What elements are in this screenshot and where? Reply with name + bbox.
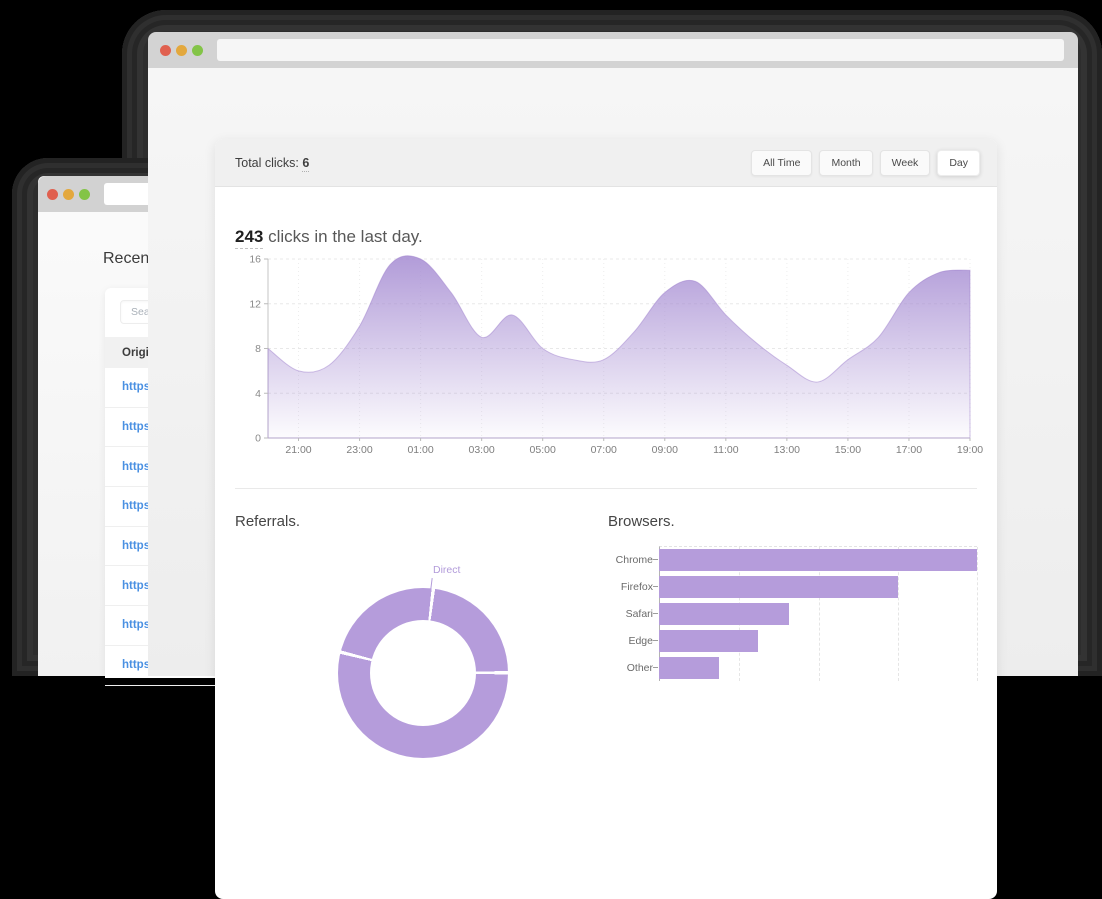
svg-text:05:00: 05:00	[530, 444, 556, 456]
window-controls	[47, 189, 90, 200]
svg-text:09:00: 09:00	[652, 444, 678, 456]
filter-button-all-time[interactable]: All Time	[751, 150, 812, 176]
total-clicks-text: Total clicks:	[235, 156, 299, 170]
svg-text:16: 16	[249, 254, 261, 266]
referrals-donut-chart	[338, 588, 508, 758]
browsers-section: Browsers. Chrome Firefox Safari Edge Other	[608, 509, 977, 809]
time-range-filter-group: All Time Month WeekDay	[751, 150, 980, 176]
zoom-window-icon[interactable]	[192, 45, 203, 56]
svg-text:4: 4	[255, 388, 261, 400]
bar-category-label: Safari	[608, 608, 653, 620]
analytics-window-titlebar	[148, 32, 1078, 68]
clicks-count: 243	[235, 227, 263, 249]
total-clicks-label: Total clicks: 6	[235, 156, 309, 170]
bar-chart-gridline	[977, 547, 978, 681]
section-divider	[235, 488, 977, 489]
bar-row-safari: Safari	[608, 600, 977, 627]
axis-tick	[653, 613, 658, 614]
bar-row-chrome: Chrome	[608, 546, 977, 573]
axis-tick	[653, 667, 658, 668]
bar-category-label: Edge	[608, 635, 653, 647]
bar-safari	[659, 603, 789, 625]
svg-text:15:00: 15:00	[835, 444, 861, 456]
svg-text:12: 12	[249, 298, 261, 310]
clicks-headline-text: clicks in the last day.	[263, 227, 422, 246]
svg-text:21:00: 21:00	[285, 444, 311, 456]
filter-button-month[interactable]: Month	[819, 150, 872, 176]
svg-text:11:00: 11:00	[713, 444, 739, 456]
window-controls	[160, 45, 203, 56]
zoom-window-icon[interactable]	[79, 189, 90, 200]
bar-chrome	[659, 549, 977, 571]
analytics-card: Total clicks: 6 All Time Month WeekDay 243…	[215, 139, 997, 899]
svg-text:13:00: 13:00	[774, 444, 800, 456]
minimize-window-icon[interactable]	[176, 45, 187, 56]
bar-row-firefox: Firefox	[608, 573, 977, 600]
bar-category-label: Other	[608, 662, 653, 674]
analytics-window: Total clicks: 6 All Time Month WeekDay 243…	[148, 32, 1078, 676]
analytics-card-header: Total clicks: 6 All Time Month WeekDay	[215, 139, 997, 187]
page-canvas: { "colors":{ "accent_purple":"#b59cdb", …	[0, 0, 1102, 676]
bar-row-other: Other	[608, 654, 977, 681]
browsers-title: Browsers.	[608, 509, 977, 530]
axis-tick	[653, 640, 658, 641]
bar-chart-rows: Chrome Firefox Safari Edge Other	[608, 546, 977, 681]
recent-links-heading: Recen	[103, 250, 149, 268]
bar-category-label: Chrome	[608, 554, 653, 566]
svg-text:17:00: 17:00	[896, 444, 922, 456]
filter-button-day[interactable]: Day	[937, 150, 980, 176]
browsers-bar-chart: Chrome Firefox Safari Edge Other	[608, 546, 977, 681]
svg-text:01:00: 01:00	[407, 444, 433, 456]
clicks-area-chart: 0 4 8 12 16 21:00 23:00 01:00 03:00 05:00 07:00 09:…	[225, 253, 985, 458]
minimize-window-icon[interactable]	[63, 189, 74, 200]
donut-label-direct: Direct	[433, 564, 460, 576]
referrals-section: Referrals. Direct	[235, 509, 608, 809]
referrals-title: Referrals.	[235, 509, 608, 530]
svg-text:07:00: 07:00	[591, 444, 617, 456]
clicks-headline: 243 clicks in the last day.	[235, 227, 997, 247]
svg-text:03:00: 03:00	[469, 444, 495, 456]
bar-edge	[659, 630, 758, 652]
address-bar[interactable]	[217, 39, 1064, 61]
svg-text:23:00: 23:00	[346, 444, 372, 456]
axis-tick	[653, 586, 658, 587]
donut-callout-line	[430, 578, 432, 589]
bar-other	[659, 657, 719, 679]
svg-text:19:00: 19:00	[957, 444, 983, 456]
bar-row-edge: Edge	[608, 627, 977, 654]
bar-firefox	[659, 576, 898, 598]
svg-text:8: 8	[255, 343, 261, 355]
filter-button-week[interactable]: Week	[880, 150, 931, 176]
close-window-icon[interactable]	[160, 45, 171, 56]
analytics-page-body: Total clicks: 6 All Time Month WeekDay 243…	[148, 68, 1078, 676]
bar-category-label: Firefox	[608, 581, 653, 593]
close-window-icon[interactable]	[47, 189, 58, 200]
svg-text:0: 0	[255, 433, 261, 445]
total-clicks-value: 6	[302, 156, 309, 172]
axis-tick	[653, 559, 658, 560]
bottom-sections: Referrals. Direct Browsers. Chrome Firefo…	[215, 509, 997, 809]
